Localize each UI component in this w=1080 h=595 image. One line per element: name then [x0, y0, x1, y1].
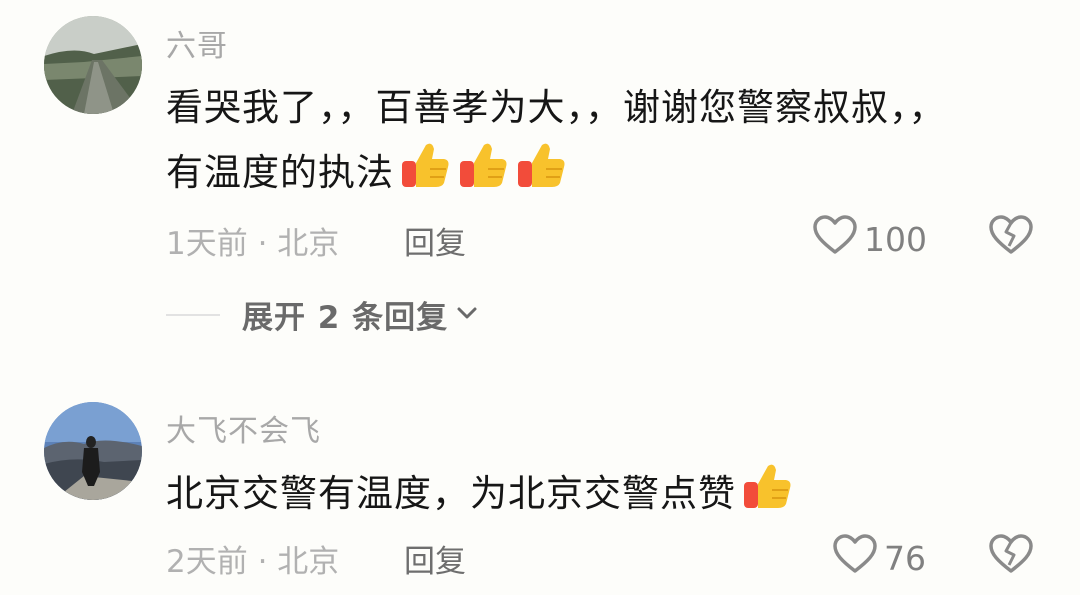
avatar[interactable] [44, 16, 142, 114]
comment-text: 看哭我了，，百善孝为大，，谢谢您警察叔叔，，有温度的执法 [166, 77, 966, 210]
thumbs-up-emoji-icon [742, 460, 794, 531]
dislike-button[interactable] [988, 214, 1034, 260]
comment-username[interactable]: 六哥 [166, 21, 228, 65]
dislike-button[interactable] [988, 533, 1034, 579]
thumbs-up-emoji-icon [516, 139, 568, 210]
expand-replies[interactable]: 展开 2 条回复 [166, 292, 478, 337]
heart-outline-icon [812, 214, 858, 264]
thumbs-up-emoji-icon [458, 139, 510, 210]
avatar[interactable] [44, 402, 142, 500]
expand-replies-label: 展开 2 条回复 [242, 300, 449, 336]
comment-time-location: 2天前 · 北京 [166, 544, 340, 580]
like-count: 76 [884, 538, 926, 578]
broken-heart-icon [989, 215, 1033, 254]
chevron-down-icon [456, 305, 478, 325]
comment-username[interactable]: 大飞不会飞 [166, 406, 321, 450]
reply-button[interactable]: 回复 [404, 218, 466, 263]
comment-text-content: 北京交警有温度，为北京交警点赞 [166, 472, 736, 515]
broken-heart-icon [989, 534, 1033, 573]
comment-text: 北京交警有温度，为北京交警点赞 [166, 460, 966, 531]
heart-outline-icon [832, 533, 878, 583]
like-button[interactable]: 76 [832, 533, 926, 583]
thumbs-up-emoji-icon [400, 139, 452, 210]
reply-button[interactable]: 回复 [404, 536, 466, 581]
like-button[interactable]: 100 [812, 214, 927, 264]
divider [166, 313, 220, 316]
comment-time-location: 1天前 · 北京 [166, 226, 340, 262]
like-count: 100 [864, 219, 927, 259]
